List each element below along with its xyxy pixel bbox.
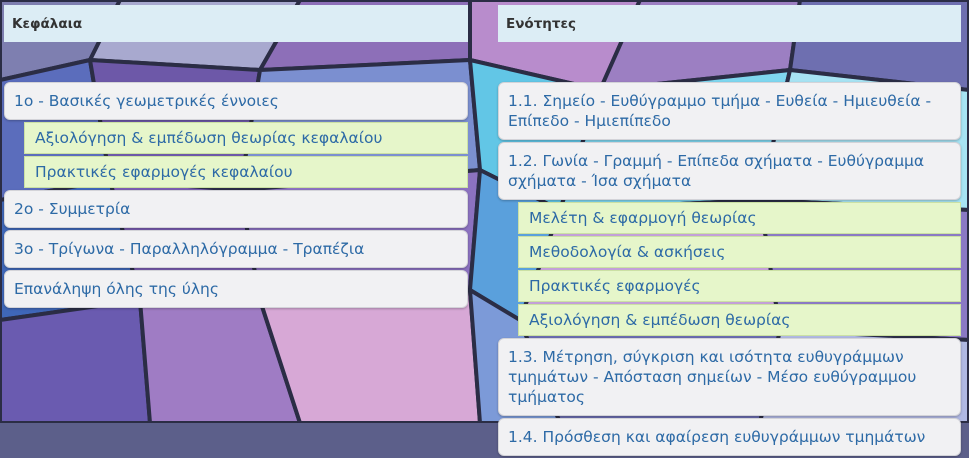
section-1-2-subitem-study[interactable]: Μελέτη & εφαρμογή θεωρίας	[518, 202, 961, 234]
section-item-1-3[interactable]: 1.3. Μέτρηση, σύγκριση και ισότητα ευθυγ…	[498, 338, 961, 416]
section-item-1-1[interactable]: 1.1. Σημείο - Ευθύγραμμο τμήμα - Ευθεία …	[498, 82, 961, 140]
chapter-1-subitem-assessment[interactable]: Αξιολόγηση & εμπέδωση θεωρίας κεφαλαίου	[24, 122, 468, 154]
chapter-item-3[interactable]: 3ο - Τρίγωνα - Παραλληλόγραμμα - Τραπέζι…	[4, 230, 468, 268]
chapters-header: Κεφάλαια	[4, 5, 468, 42]
chapter-item-review[interactable]: Επανάληψη όλης της ύλης	[4, 270, 468, 308]
section-1-2-subitem-assessment[interactable]: Αξιολόγηση & εμπέδωση θεωρίας	[518, 304, 961, 336]
sections-header: Ενότητες	[498, 5, 961, 42]
section-item-1-2[interactable]: 1.2. Γωνία - Γραμμή - Επίπεδα σχήματα - …	[498, 142, 961, 200]
sections-list: 1.1. Σημείο - Ευθύγραμμο τμήμα - Ευθεία …	[498, 82, 961, 456]
chapter-item-1[interactable]: 1ο - Βασικές γεωμετρικές έννοιες	[4, 82, 468, 120]
section-1-2-subitem-applications[interactable]: Πρακτικές εφαρμογές	[518, 270, 961, 302]
chapter-item-2[interactable]: 2ο - Συμμετρία	[4, 190, 468, 228]
section-1-2-subitem-methodology[interactable]: Μεθοδολογία & ασκήσεις	[518, 236, 961, 268]
chapters-panel: Κεφάλαια 1ο - Βασικές γεωμετρικές έννοιε…	[4, 5, 468, 310]
chapters-list: 1ο - Βασικές γεωμετρικές έννοιες Αξιολόγ…	[4, 82, 468, 308]
chapter-1-subitem-applications[interactable]: Πρακτικές εφαρμογές κεφαλαίου	[24, 156, 468, 188]
section-item-1-4[interactable]: 1.4. Πρόσθεση και αφαίρεση ευθυγράμμων τ…	[498, 418, 961, 456]
sections-panel: Ενότητες 1.1. Σημείο - Ευθύγραμμο τμήμα …	[498, 5, 961, 458]
